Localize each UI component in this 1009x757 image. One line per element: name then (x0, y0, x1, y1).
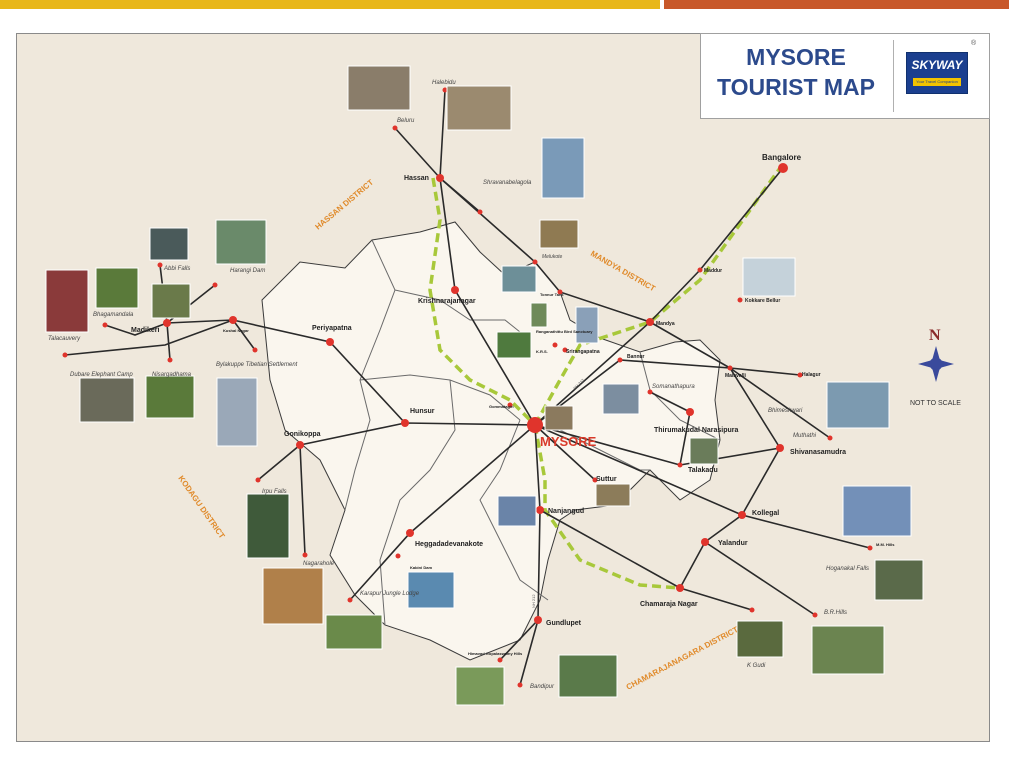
label-bannur: Bannur (627, 354, 645, 360)
photo-beluru (347, 65, 411, 111)
town-dot-kushalnagar[interactable] (229, 316, 237, 324)
label-shravanabelagola: Shravanabelagola (483, 180, 532, 186)
label-malavalli: Malavalli (725, 373, 746, 379)
label-halagur: Halagur (802, 372, 821, 378)
label-mandya: Mandya (656, 321, 675, 327)
label-mysore: MYSORE (540, 434, 597, 449)
label-muthathi: Muthathi (793, 433, 817, 439)
label-bylakuppe: Bylakuppe Tibetian Settlement (216, 362, 298, 368)
title-divider (893, 40, 894, 112)
label-yalandur: Yalandur (718, 540, 748, 547)
scale-note: NOT TO SCALE (910, 400, 961, 407)
label-dubare: Dubare Elephant Camp (70, 372, 133, 378)
label-shivanasamudra: Shivanasamudra (790, 449, 846, 456)
label-bangalore: Bangalore (762, 153, 802, 162)
label-periyapatna: Periyapatna (312, 325, 352, 332)
label-bhimeshwari: Bhimeshwari (768, 408, 803, 414)
label-nanjangud: Nanjangud (548, 508, 584, 515)
label-abbi: Abbi Falls (163, 266, 190, 272)
label-madikeri: Madikeri (131, 327, 159, 334)
label-gommatagiri: Gommatagiri (489, 404, 514, 409)
town-dot-hdkote[interactable] (406, 529, 414, 537)
town-dot-gonikoppa[interactable] (296, 441, 304, 449)
town-dot-chamarajanagar[interactable] (676, 584, 684, 592)
map-title: MYSORE TOURIST MAP (701, 42, 891, 102)
label-kollegal: Kollegal (752, 510, 779, 517)
label-gundlupet: Gundlupet (546, 620, 582, 627)
district-label-mandya: MANDYA DISTRICT (589, 249, 657, 293)
label-talakadu: Talakadu (688, 467, 718, 474)
label-tnarasipura: Thirumakudal Narasipura (654, 427, 739, 434)
label-harangi: Harangi Dam (230, 268, 265, 274)
label-maddur: Maddur (704, 268, 722, 274)
photo-tonnur (501, 265, 537, 293)
label-irpu: Irpu Falls (262, 489, 287, 495)
label-hoganakal: Hoganakal Falls (826, 566, 869, 572)
road-label: NH 212 (531, 594, 536, 608)
photo-halebidu (446, 85, 512, 131)
town-dot-kollegal[interactable] (738, 511, 746, 519)
label-kokkare: Kokkare Bellur (745, 298, 780, 304)
town-dot-tnarasipura[interactable] (686, 408, 694, 416)
label-hdkote: Heggadadevanakote (415, 541, 483, 548)
label-srirangapatna: Srirangapatna (566, 349, 600, 355)
label-hassan: Hassan (404, 175, 429, 182)
label-karapur: Karapur Jungle Lodge (360, 591, 420, 597)
logo-brand: SKYWAY (911, 58, 963, 72)
logo-tagline: Your Travel Companion (913, 78, 961, 86)
label-mmhills: M.M. Hills (876, 542, 895, 547)
label-beluru: Beluru (397, 118, 415, 124)
photo-melukote (539, 219, 579, 249)
label-melukote: Melukote (542, 254, 563, 260)
label-nagarahole: Nagarahole (303, 561, 335, 567)
town-dot-bangalore[interactable] (778, 163, 788, 173)
label-halebidu: Halebidu (432, 80, 456, 86)
town-dot-mysore[interactable] (527, 417, 543, 433)
label-bhagamandala: Bhagamandala (93, 312, 134, 318)
label-chamarajanagar: Chamaraja Nagar (640, 601, 698, 608)
town-dot-periyapatna[interactable] (326, 338, 334, 346)
map-title-line1: MYSORE (746, 44, 846, 70)
district-label-hassan: HASSAN DISTRICT (314, 178, 376, 232)
label-brhills: B.R.Hills (824, 610, 847, 616)
town-dot-yalandur[interactable] (701, 538, 709, 546)
town-dot-mandya[interactable] (646, 318, 654, 326)
compass-rose (918, 346, 954, 382)
town-dot-gundlupet[interactable] (534, 616, 542, 624)
title-box: MYSORE TOURIST MAP SKYWAY Your Travel Co… (700, 33, 990, 119)
logo-registered-mark: ® (971, 40, 977, 47)
district-label-chamarajanagara: CHAMARAJANAGARA DISTRICT (625, 625, 740, 692)
town-dot-hassan[interactable] (436, 174, 444, 182)
label-krs: K.R.S. (536, 349, 548, 354)
label-hunsur: Hunsur (410, 408, 435, 415)
label-kushalnagar: Kushal Nagar (223, 328, 249, 333)
label-gonikoppa: Gonikoppa (284, 431, 321, 438)
label-suttur: Suttur (596, 476, 617, 483)
compass-north-label: N (929, 327, 941, 344)
district-label-kodagu: KODAGU DISTRICT (176, 474, 226, 540)
label-somanathapura: Somanathapura (652, 384, 695, 390)
label-hgbetta: Himavad Gopalaswamy Hills (468, 651, 523, 656)
town-dot-hunsur[interactable] (401, 419, 409, 427)
label-kgudi: K Gudi (747, 663, 766, 669)
label-bandipur: Bandipur (530, 684, 555, 690)
town-dot-krishnarajanagar[interactable] (451, 286, 459, 294)
town-dot-nanjangud[interactable] (536, 506, 544, 514)
map-title-line2: TOURIST MAP (716, 74, 876, 100)
label-ranganathittu: Ranganathittu Bird Sanctuary (536, 329, 593, 334)
skyway-logo: SKYWAY Your Travel Companion (906, 52, 968, 94)
label-nisargadhama: Nisargadhama (152, 372, 192, 378)
photo-shravanabelagola (541, 137, 585, 199)
town-dot-shivanasamudra[interactable] (776, 444, 784, 452)
label-talacauvery: Talacauvery (48, 336, 81, 342)
label-krishnarajanagar: Krishnarajanagar (418, 298, 476, 305)
town-dot-madikeri[interactable] (163, 319, 171, 327)
label-kabini: Kabini Dam (410, 565, 432, 570)
label-tonnur: Tonnur Tank (540, 292, 564, 297)
